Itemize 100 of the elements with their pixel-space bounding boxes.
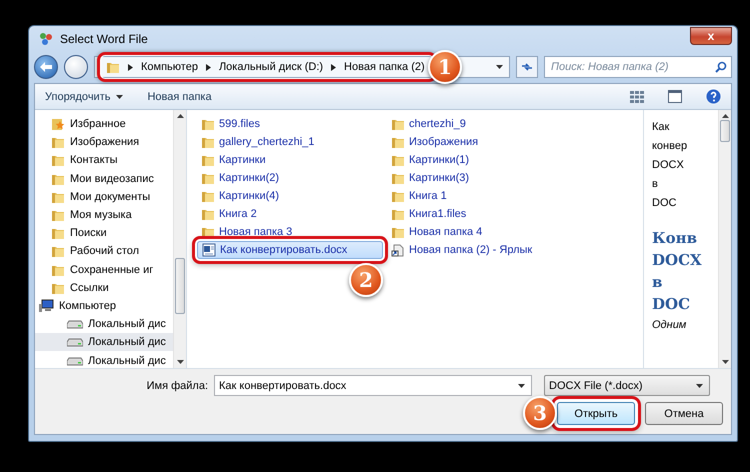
dialog-button[interactable]: Отмена (645, 402, 723, 425)
file-item[interactable]: gallery_chertezhi_1 (197, 133, 314, 151)
drive-icon (67, 319, 83, 330)
step-number: 1 (428, 50, 462, 84)
search-field[interactable]: Поиск: Новая папка (2) (544, 56, 732, 78)
file-item[interactable]: Картинки (197, 151, 266, 169)
window-title: Select Word File (60, 32, 149, 46)
folder-icon (201, 135, 215, 149)
sidebar-item[interactable]: Ссылки (35, 278, 173, 297)
refresh-button[interactable] (516, 56, 538, 78)
file-item[interactable]: Картинки(1) (387, 151, 470, 169)
close-button[interactable]: x (690, 26, 732, 44)
back-button[interactable] (34, 55, 58, 79)
breadcrumb[interactable]: Новая папка (2) (344, 61, 425, 73)
sidebar-item[interactable]: Контакты (35, 151, 173, 170)
file-item[interactable]: 599.files (197, 115, 260, 133)
breadcrumb-arrow-icon (331, 64, 336, 70)
breadcrumb-arrow-icon (206, 64, 211, 70)
preview-pane-icon[interactable] (668, 90, 682, 103)
folder-icon (391, 225, 405, 239)
file-item[interactable]: Книга 2 (197, 205, 257, 223)
file-item[interactable]: Книга 1 (387, 187, 447, 205)
sidebar-item[interactable]: Локальный дис (35, 333, 173, 352)
sidebar-item[interactable]: Изображения (35, 133, 173, 152)
sidebar-item[interactable]: Локальный дис (35, 315, 173, 334)
folder-icon (391, 207, 405, 221)
shortcut-icon (391, 243, 405, 257)
step-number: 2 (349, 263, 383, 297)
forward-button[interactable] (64, 55, 88, 79)
folder-icon (51, 135, 65, 150)
sidebar-item[interactable]: Избранное (35, 115, 173, 134)
scroll-thumb[interactable] (175, 258, 185, 314)
app-icon (38, 30, 54, 46)
folder-icon (391, 153, 405, 167)
folder-icon (391, 189, 405, 203)
file-item[interactable]: Новая папка (2) - Ярлык (387, 241, 532, 259)
folder-icon (201, 153, 215, 167)
sidebar-item[interactable]: Моя музыка (35, 206, 173, 224)
scroll-up-icon[interactable] (722, 114, 728, 118)
scroll-down-icon[interactable] (722, 360, 728, 364)
star-folder-icon (51, 117, 65, 132)
computer-icon (39, 298, 54, 313)
sidebar-item[interactable]: Сохраненные иг (35, 260, 173, 279)
preview-text: в (652, 177, 659, 192)
file-item[interactable]: Картинки(2) (197, 169, 280, 187)
file-name-label: Имя файла: (146, 380, 208, 392)
file-name-field[interactable]: Как конвертировать.docx (214, 375, 532, 396)
search-icon (715, 61, 727, 73)
preview-text: DOC (652, 196, 678, 211)
new-folder-button[interactable]: Новая папка (147, 90, 212, 102)
preview-text: Как (652, 120, 670, 135)
breadcrumb[interactable]: Локальный диск (D:) (218, 61, 324, 73)
folder-icon (201, 189, 215, 203)
back-arrow-icon (40, 62, 52, 72)
dropdown-icon (696, 384, 703, 388)
preview-text: Конв (652, 228, 698, 249)
sidebar-item[interactable]: Мои документы (35, 188, 173, 206)
sidebar-scrollbar[interactable] (173, 110, 186, 368)
file-item[interactable]: Изображения (387, 133, 478, 151)
file-item[interactable]: Картинки(4) (197, 187, 280, 205)
organize-menu[interactable]: Упорядочить (45, 90, 124, 102)
sidebar-item[interactable]: Поиски (35, 224, 173, 242)
preview-text: в (652, 272, 664, 293)
view-options-icon[interactable] (630, 90, 644, 102)
scroll-thumb[interactable] (720, 120, 730, 142)
word-document-icon (202, 243, 216, 257)
folder-icon (51, 226, 65, 240)
folder-icon (201, 171, 215, 185)
scroll-down-icon[interactable] (176, 360, 184, 364)
file-item[interactable]: Книга1.files (387, 205, 466, 223)
caret-icon (116, 94, 124, 98)
folder-icon (51, 208, 65, 222)
file-item[interactable]: chertezhi_9 (387, 115, 466, 133)
preview-text: DOCX (652, 250, 703, 271)
preview-scrollbar[interactable] (718, 110, 731, 368)
refresh-icon (521, 62, 533, 72)
help-icon[interactable] (706, 89, 721, 104)
folder-icon (391, 117, 405, 131)
folder-icon (106, 60, 120, 74)
scroll-up-icon[interactable] (176, 114, 184, 118)
file-item[interactable]: Новая папка 4 (387, 223, 482, 241)
sidebar-item[interactable]: Рабочий стол (35, 242, 173, 260)
folder-icon (391, 135, 405, 149)
drive-icon (67, 337, 83, 348)
sidebar-item[interactable]: Мои видеозапис (35, 170, 173, 188)
file-item[interactable]: Картинки(3) (387, 169, 470, 187)
sidebar-item[interactable]: Компьютер (35, 296, 173, 316)
preview-text: Одним (652, 318, 688, 333)
step-number: 3 (523, 396, 557, 430)
file-type-dropdown[interactable]: DOCX File (*.docx) (544, 375, 710, 396)
dropdown-icon (496, 65, 503, 69)
folder-icon (201, 117, 215, 131)
dropdown-icon (518, 384, 525, 388)
preview-text: конвер (652, 139, 688, 154)
folder-icon (51, 153, 65, 168)
preview-text: DOC (652, 294, 692, 315)
sidebar-item[interactable]: Локальный дис (35, 351, 173, 368)
breadcrumb[interactable]: Компьютер (141, 61, 198, 73)
folder-icon (391, 171, 405, 185)
drive-icon (67, 356, 83, 366)
